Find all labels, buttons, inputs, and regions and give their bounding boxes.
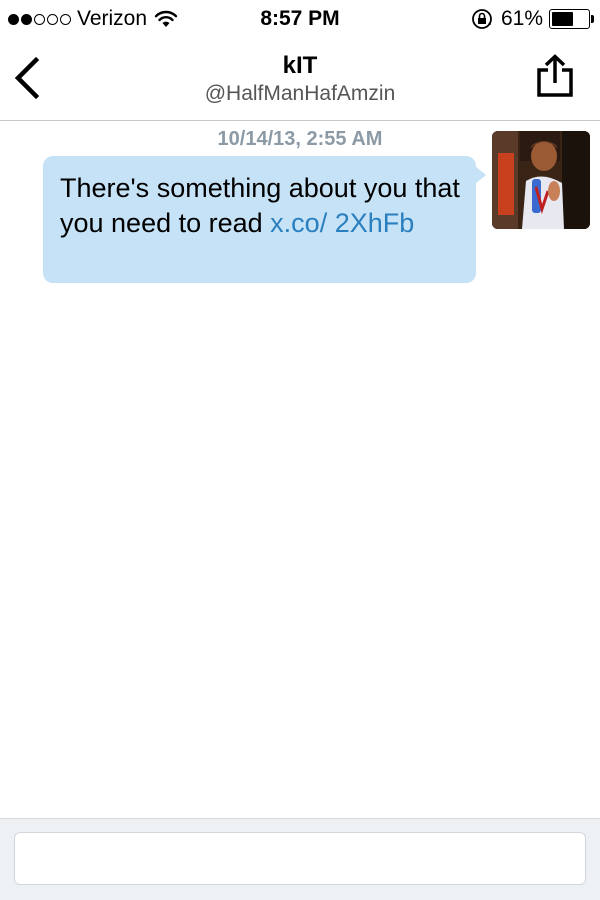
share-button[interactable] [536,54,574,98]
rotation-lock-icon [472,9,492,29]
nav-bar: kIT @HalfManHafAmzin [0,40,600,121]
avatar[interactable] [492,131,590,229]
share-icon [537,54,573,97]
battery-percent: 61% [500,7,543,30]
message-input[interactable] [14,832,586,885]
status-bar-right: 61% [471,7,594,31]
battery-icon [549,9,594,29]
conversation-handle: @HalfManHafAmzin [204,82,396,105]
bubble-tail [475,166,486,184]
message-bubble[interactable]: There's something about you that you nee… [43,156,486,283]
status-bar: Verizon 8:57 PM 61% [0,0,600,40]
message-link[interactable]: x.co/ 2XhFb [270,208,414,238]
message-composer [0,818,600,900]
conversation-title: kIT [282,52,318,79]
